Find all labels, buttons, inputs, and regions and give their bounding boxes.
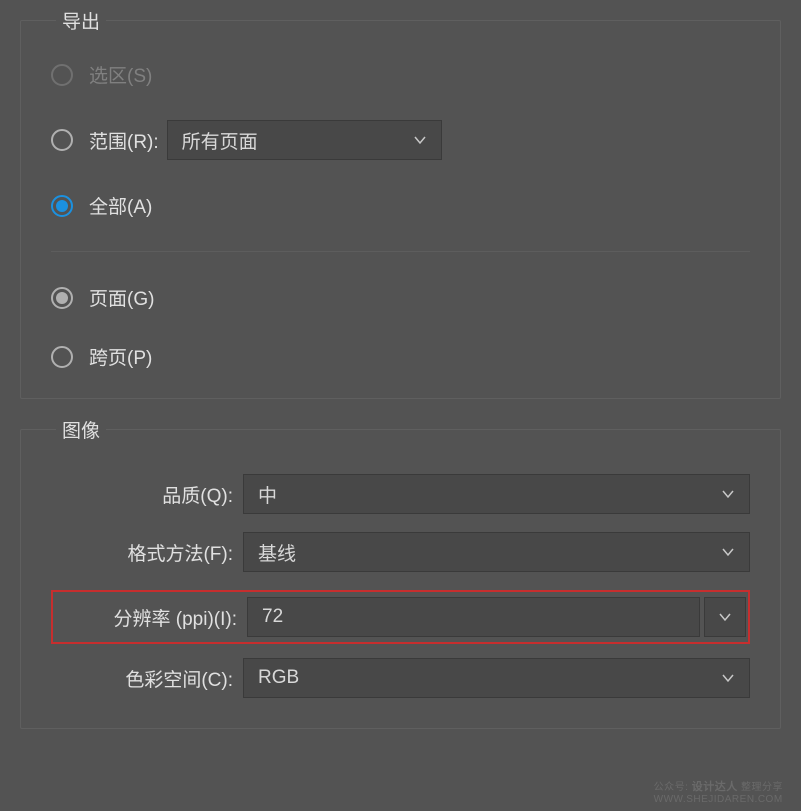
- format-value: 基线: [258, 539, 296, 566]
- quality-value: 中: [258, 481, 277, 508]
- divider: [51, 251, 750, 252]
- image-title: 图像: [56, 416, 106, 443]
- colorspace-value: RGB: [258, 667, 299, 689]
- range-dropdown-value: 所有页面: [182, 127, 258, 154]
- radio-range-label[interactable]: 范围(R):: [89, 127, 159, 154]
- radio-selection: [51, 64, 73, 86]
- colorspace-label: 色彩空间(C):: [51, 665, 243, 692]
- quality-row: 品质(Q): 中: [51, 474, 750, 514]
- resolution-combo: [247, 597, 746, 637]
- watermark-suffix: 整理分享: [741, 782, 783, 793]
- watermark-url: WWW.SHEJIDAREN.COM: [654, 794, 783, 805]
- radio-row-range: 范围(R): 所有页面: [51, 120, 750, 160]
- colorspace-dropdown[interactable]: RGB: [243, 658, 750, 698]
- radio-page[interactable]: [51, 287, 73, 309]
- quality-dropdown[interactable]: 中: [243, 474, 750, 514]
- radio-spread-label[interactable]: 跨页(P): [89, 343, 152, 370]
- range-dropdown[interactable]: 所有页面: [167, 120, 442, 160]
- radio-row-all: 全部(A): [51, 192, 750, 219]
- radio-spread[interactable]: [51, 346, 73, 368]
- format-dropdown[interactable]: 基线: [243, 532, 750, 572]
- radio-all-label[interactable]: 全部(A): [89, 192, 152, 219]
- watermark-name: 设计达人: [692, 781, 738, 793]
- watermark: 公众号: 设计达人 整理分享 WWW.SHEJIDAREN.COM: [654, 778, 783, 805]
- colorspace-row: 色彩空间(C): RGB: [51, 658, 750, 698]
- chevron-down-icon: [721, 671, 735, 685]
- format-label: 格式方法(F):: [51, 539, 243, 566]
- chevron-down-icon: [413, 133, 427, 147]
- radio-all[interactable]: [51, 195, 73, 217]
- resolution-label: 分辨率 (ppi)(I):: [55, 604, 247, 631]
- radio-page-label[interactable]: 页面(G): [89, 284, 154, 311]
- chevron-down-icon: [721, 545, 735, 559]
- resolution-input[interactable]: [247, 597, 700, 637]
- export-title: 导出: [56, 7, 106, 34]
- radio-selection-label: 选区(S): [89, 61, 152, 88]
- chevron-down-icon: [721, 487, 735, 501]
- resolution-row: 分辨率 (ppi)(I):: [55, 597, 746, 637]
- format-row: 格式方法(F): 基线: [51, 532, 750, 572]
- resolution-dropdown-button[interactable]: [704, 597, 746, 637]
- export-fieldset: 导出 选区(S) 范围(R): 所有页面 全部(A) 页面(G): [20, 20, 781, 399]
- quality-label: 品质(Q):: [51, 481, 243, 508]
- radio-row-spread: 跨页(P): [51, 343, 750, 370]
- radio-row-page: 页面(G): [51, 284, 750, 311]
- chevron-down-icon: [718, 610, 732, 624]
- radio-range[interactable]: [51, 129, 73, 151]
- resolution-highlight: 分辨率 (ppi)(I):: [51, 590, 750, 644]
- watermark-prefix: 公众号:: [654, 782, 689, 793]
- radio-row-selection: 选区(S): [51, 61, 750, 88]
- image-fieldset: 图像 品质(Q): 中 格式方法(F): 基线: [20, 429, 781, 729]
